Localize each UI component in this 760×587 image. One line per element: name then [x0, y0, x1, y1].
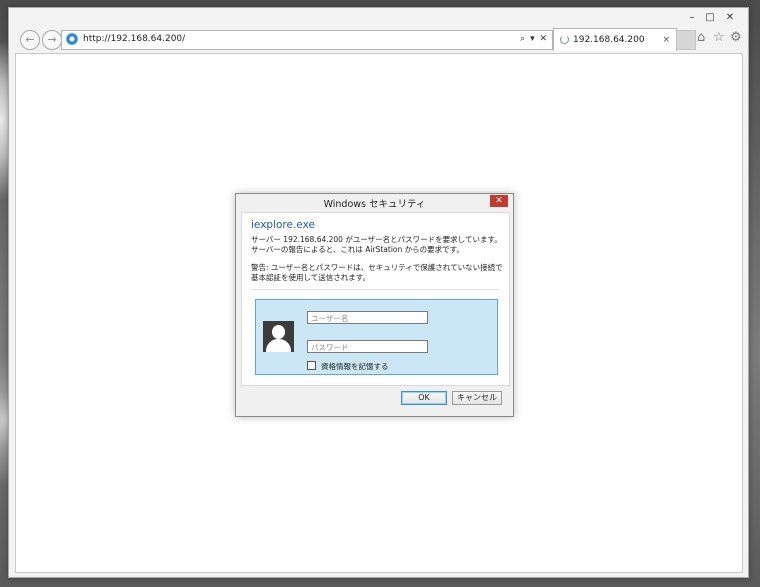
title-bar: – □ ✕ [9, 8, 748, 30]
security-dialog: Windows セキュリティ ✕ iexplore.exe サーバー 192.1… [235, 193, 514, 417]
divider [251, 289, 500, 290]
warning-message: 警告: ユーザー名とパスワードは、セキュリティで保護されていない接続で基本認証を… [251, 263, 503, 282]
password-input[interactable]: パスワード [307, 340, 428, 353]
favorites-icon[interactable]: ☆ [713, 31, 725, 45]
cancel-button[interactable]: キャンセル [452, 391, 502, 405]
ok-button[interactable]: OK [401, 391, 447, 405]
checkbox-icon[interactable] [307, 361, 316, 370]
dialog-title: Windows セキュリティ [323, 199, 426, 210]
credential-tile: ユーザー名 パスワード 資格情報を記憶する [255, 299, 498, 375]
server-message: サーバー 192.168.64.200 がユーザー名とパスワードを要求しています… [251, 235, 502, 254]
user-avatar-icon [263, 321, 294, 352]
close-window-button[interactable]: ✕ [721, 11, 739, 25]
dialog-close-button[interactable]: ✕ [490, 195, 508, 207]
tab-192-168-64-200[interactable]: 192.168.64.200 × [553, 28, 677, 51]
home-icon[interactable]: ⌂ [697, 31, 705, 45]
new-tab-button[interactable] [676, 30, 696, 50]
loading-spinner-icon [560, 35, 569, 44]
dialog-body: iexplore.exe サーバー 192.168.64.200 がユーザー名と… [241, 212, 510, 386]
username-input[interactable]: ユーザー名 [307, 311, 428, 324]
ie-icon [66, 33, 78, 45]
maximize-button[interactable]: □ [701, 11, 719, 25]
remember-label: 資格情報を記憶する [321, 362, 389, 371]
forward-button[interactable]: → [42, 30, 62, 50]
navigation-bar: ← → http://192.168.64.200/ ⌕ ▾ ✕ 192.168… [9, 28, 748, 54]
back-button[interactable]: ← [20, 30, 40, 50]
remember-credentials-checkbox[interactable]: 資格情報を記憶する [307, 361, 389, 372]
tab-close-icon[interactable]: × [662, 34, 670, 46]
address-bar[interactable]: http://192.168.64.200/ ⌕ ▾ ✕ [61, 30, 553, 50]
minimize-button[interactable]: – [683, 11, 701, 25]
address-url[interactable]: http://192.168.64.200/ [83, 33, 185, 46]
tab-title: 192.168.64.200 [573, 35, 645, 45]
app-name: iexplore.exe [251, 219, 315, 231]
gear-icon[interactable]: ⚙ [730, 31, 742, 45]
address-actions-icons[interactable]: ⌕ ▾ ✕ [520, 33, 548, 46]
